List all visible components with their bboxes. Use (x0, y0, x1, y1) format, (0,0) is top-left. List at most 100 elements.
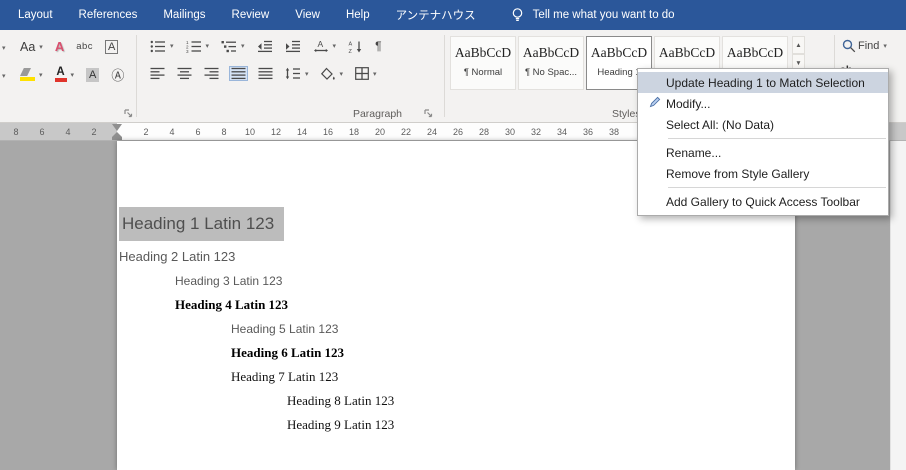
tell-me-label: Tell me what you want to do (532, 9, 675, 21)
document-heading[interactable]: Heading 4 Latin 123 (175, 293, 795, 317)
clipped-dropdown-icon[interactable] (2, 69, 10, 81)
style-context-menu: Update Heading 1 to Match Selection Modif… (637, 68, 889, 216)
phonetic-guide-button[interactable]: abc (74, 40, 95, 53)
first-line-indent-marker[interactable] (112, 124, 122, 131)
heading-text: Heading 7 Latin 123 (231, 369, 339, 384)
tell-me-box[interactable]: Tell me what you want to do (510, 7, 675, 23)
find-button[interactable]: Find (840, 38, 889, 54)
change-case-button[interactable]: Aa (18, 39, 45, 55)
ribbon-tab[interactable]: アンテナハウス (396, 7, 476, 23)
font-group-row1: Aa A abc A (2, 38, 120, 55)
shading-button[interactable] (319, 66, 346, 81)
context-menu-item[interactable]: Modify... (638, 93, 888, 114)
align-right-button[interactable] (202, 66, 221, 81)
document-heading[interactable]: Heading 7 Latin 123 (231, 365, 795, 389)
character-shading-button[interactable]: A (84, 67, 101, 83)
document-heading[interactable]: Heading 8 Latin 123 (287, 389, 795, 413)
style-name-label: ¶ Normal (463, 67, 503, 78)
phonetic-guide-icon: abc (76, 41, 94, 52)
context-menu-item[interactable]: Rename... (638, 142, 888, 163)
document-heading[interactable]: Heading 9 Latin 123 (287, 413, 795, 437)
font-color-button[interactable]: A (53, 66, 77, 83)
svg-text:Z: Z (349, 48, 353, 52)
enclose-characters-button[interactable]: Ⓐ (109, 64, 126, 85)
ruler-number: 2 (143, 127, 149, 137)
group-separator (136, 35, 137, 117)
vertical-scrollbar[interactable] (890, 141, 906, 470)
justify-button[interactable] (229, 66, 248, 81)
sort-icon: AZ (349, 41, 362, 53)
distributed-button[interactable] (256, 66, 275, 81)
gallery-up-button[interactable]: ▲ (792, 36, 805, 54)
line-spacing-icon (285, 67, 300, 80)
ribbon-tab[interactable]: Review (232, 9, 270, 21)
show-paragraph-marks-button[interactable]: ¶ (373, 38, 383, 54)
font-dialog-launcher[interactable] (124, 109, 133, 121)
menu-item-label: Add Gallery to Quick Access Toolbar (666, 194, 860, 209)
heading-text: Heading 3 Latin 123 (175, 274, 283, 288)
align-left-button[interactable] (148, 66, 167, 81)
tab-label: Review (231, 9, 270, 21)
ribbon-tabs: Layout References Mailings Review View Help アン… (0, 0, 502, 30)
character-border-button[interactable]: A (103, 39, 120, 55)
context-menu-item[interactable]: Remove from Style Gallery (638, 163, 888, 184)
ruler-number: 8 (13, 127, 19, 137)
paragraph-dialog-launcher[interactable] (424, 109, 433, 121)
bullets-button[interactable] (148, 39, 176, 54)
style-preview-text: AaBbCcD (590, 45, 648, 60)
heading-text: Heading 2 Latin 123 (119, 249, 236, 264)
tab-label: References (78, 9, 138, 21)
line-spacing-button[interactable] (283, 66, 311, 81)
ribbon-tab[interactable]: Help (346, 9, 370, 21)
document-heading[interactable]: Heading 6 Latin 123 (231, 341, 795, 365)
clipped-dropdown-icon[interactable] (2, 41, 10, 53)
context-menu-item[interactable]: Update Heading 1 to Match Selection (638, 72, 888, 93)
text-highlight-color-button[interactable] (18, 67, 45, 82)
ribbon-tab-bar: Layout References Mailings Review View Help アン… (0, 0, 906, 30)
find-label: Find (858, 40, 880, 52)
ribbon-tab[interactable]: Mailings (163, 9, 205, 21)
ruler-number: 6 (195, 127, 201, 137)
context-menu-item[interactable]: Add Gallery to Quick Access Toolbar (638, 191, 888, 212)
ruler-number: 36 (582, 127, 594, 137)
style-gallery-item[interactable]: AaBbCcD ¶ Normal (450, 36, 516, 90)
numbering-button[interactable]: 123 (184, 39, 212, 54)
borders-button[interactable] (353, 66, 379, 81)
decrease-indent-button[interactable] (255, 39, 275, 54)
ribbon-tab[interactable]: References (79, 9, 138, 21)
increase-indent-button[interactable] (283, 39, 303, 54)
document-heading[interactable]: Heading 5 Latin 123 (231, 317, 795, 341)
ruler-number: 38 (608, 127, 620, 137)
menu-item-label: Rename... (666, 145, 722, 160)
ruler-number: 4 (65, 127, 71, 137)
svg-text:A: A (317, 39, 323, 49)
ribbon-tab[interactable]: View (295, 9, 320, 21)
text-effects-button[interactable]: A (53, 38, 66, 55)
context-menu-item[interactable]: Select All: (No Data) (638, 114, 888, 135)
ruler-number: 18 (348, 127, 360, 137)
group-separator (444, 35, 445, 117)
ribbon-tab[interactable]: Layout (18, 9, 53, 21)
document-heading[interactable]: Heading 3 Latin 123 (175, 269, 795, 293)
style-gallery-item[interactable]: AaBbCcD ¶ No Spac... (518, 36, 584, 90)
heading-text: Heading 9 Latin 123 (287, 417, 395, 432)
left-indent-marker[interactable] (112, 137, 122, 140)
ruler-number: 26 (452, 127, 464, 137)
tab-label: View (295, 9, 320, 21)
document-heading[interactable]: Heading 2 Latin 123 (119, 245, 795, 269)
ruler-number: 6 (39, 127, 45, 137)
multilevel-list-button[interactable] (219, 39, 247, 54)
align-left-icon (150, 67, 165, 80)
style-preview-text: AaBbCcD (522, 45, 580, 60)
sort-button[interactable]: AZ (346, 39, 365, 54)
asian-layout-button[interactable]: A (311, 38, 339, 54)
align-center-icon (177, 67, 192, 80)
align-center-button[interactable] (175, 66, 194, 81)
font-color-icon: A (54, 66, 67, 82)
heading-text: Heading 1 Latin 123 (119, 207, 285, 241)
ruler-number: 30 (504, 127, 516, 137)
paint-bucket-icon (320, 67, 335, 80)
svg-text:A: A (349, 41, 353, 47)
menu-separator (668, 138, 886, 139)
tab-label: アンテナハウス (395, 10, 476, 22)
